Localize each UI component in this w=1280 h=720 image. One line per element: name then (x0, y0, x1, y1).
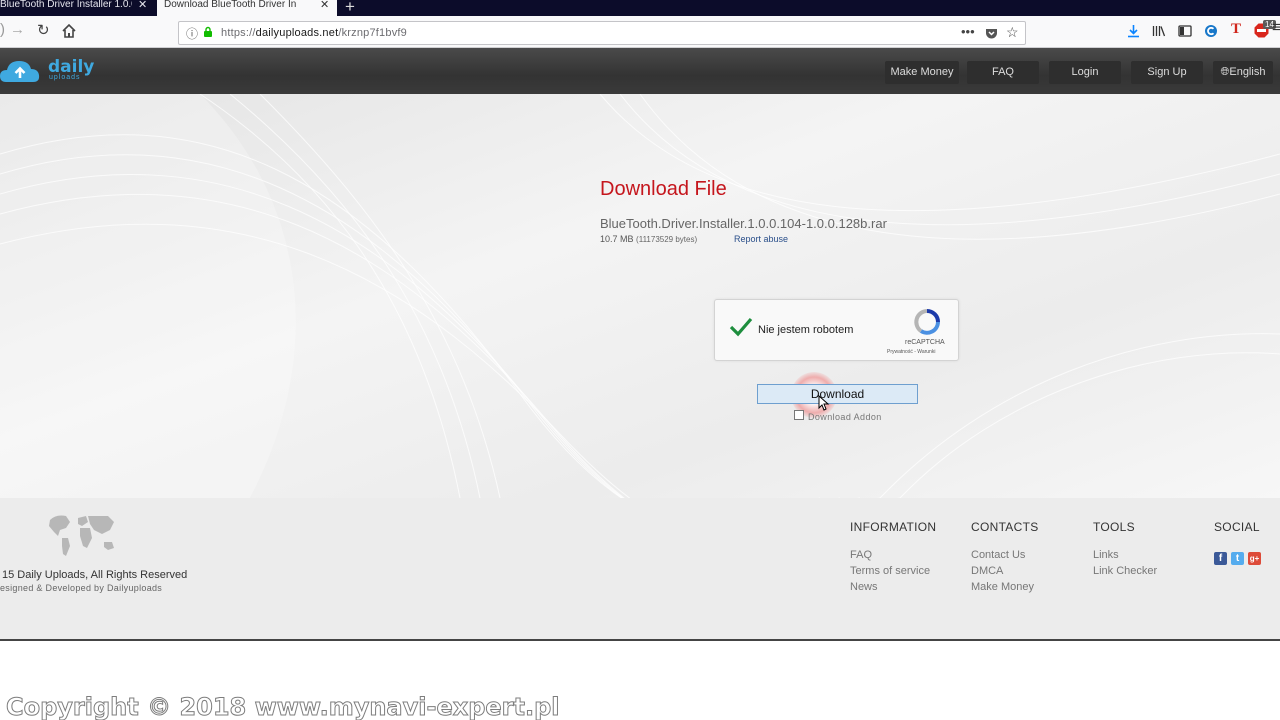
nav-make-money[interactable]: Make Money (885, 61, 959, 84)
footer-copyright: 15 Daily Uploads, All Rights Reserved (2, 569, 188, 581)
url-text: https://dailyuploads.net/krznp7f1bvf9 (221, 27, 407, 39)
recaptcha-terms[interactable]: Prywatność - Warunki (887, 349, 935, 355)
facebook-icon[interactable]: f (1214, 552, 1227, 565)
developer-link[interactable]: Dailyuploads (107, 583, 162, 593)
checkmark-icon[interactable] (729, 317, 753, 337)
browser-tab-active[interactable]: Download BlueTooth Driver Installer ✕ (157, 0, 337, 16)
footer-tools-heading: TOOLS (1093, 520, 1135, 534)
language-label: English (1229, 66, 1266, 78)
back-icon[interactable]: ) (0, 21, 5, 38)
tab-close-icon[interactable]: ✕ (320, 0, 329, 11)
nav-signup[interactable]: Sign Up (1131, 61, 1203, 84)
nav-login[interactable]: Login (1049, 61, 1121, 84)
footer-contacts-heading: CONTACTS (971, 520, 1039, 534)
pocket-icon[interactable] (985, 27, 998, 40)
twitter-icon[interactable]: t (1231, 552, 1244, 565)
footer-link-dmca[interactable]: DMCA (971, 565, 1003, 577)
footer-information-heading: INFORMATION (850, 520, 937, 534)
reload-icon[interactable]: ↻ (37, 21, 50, 39)
page-actions-icon[interactable]: ••• (961, 24, 975, 39)
extension-t-icon[interactable]: T (1231, 21, 1241, 38)
recaptcha-widget[interactable]: Nie jestem robotem reCAPTCHA Prywatność … (714, 299, 959, 361)
mouse-cursor-icon (818, 395, 830, 411)
footer (0, 498, 1280, 641)
browser-tab-inactive[interactable]: BlueTooth Driver Installer 1.0.0.1 ✕ (0, 0, 155, 16)
tab-label: Download BlueTooth Driver Installer (164, 0, 296, 10)
footer-link-links[interactable]: Links (1093, 549, 1119, 561)
file-size-bytes: (11173529 bytes) (636, 235, 698, 244)
main-content (0, 94, 1280, 498)
forward-icon[interactable]: → (10, 21, 25, 38)
file-size: 10.7 MB (11173529 bytes) (600, 234, 697, 244)
library-icon[interactable] (1152, 25, 1166, 37)
report-abuse-link[interactable]: Report abuse (734, 234, 788, 244)
file-size-mb: 10.7 MB (600, 234, 634, 244)
info-icon[interactable]: ⓘ (186, 25, 198, 42)
download-addon-label: Download Addon (808, 412, 882, 422)
footer-social-heading: SOCIAL (1214, 520, 1260, 534)
google-plus-icon[interactable]: g+ (1248, 552, 1261, 565)
recaptcha-brand: reCAPTCHA (905, 339, 945, 346)
footer-designed-by: esigned & Developed by Dailyuploads (0, 583, 163, 593)
footer-link-contact-us[interactable]: Contact Us (971, 549, 1025, 561)
footer-link-make-money[interactable]: Make Money (971, 581, 1034, 593)
download-addon-checkbox[interactable] (794, 410, 804, 420)
footer-link-faq[interactable]: FAQ (850, 549, 872, 561)
footer-link-link-checker[interactable]: Link Checker (1093, 565, 1157, 577)
captcha-label: Nie jestem robotem (758, 324, 854, 336)
tab-label: BlueTooth Driver Installer 1.0.0.1 (0, 0, 132, 10)
nav-language[interactable]: 🌐︎English (1213, 61, 1273, 84)
video-watermark: Copyright © 2018 www.mynavi-expert.pl (6, 693, 560, 720)
footer-link-news[interactable]: News (850, 581, 878, 593)
bookmark-star-icon[interactable]: ☆ (1006, 24, 1019, 41)
recaptcha-logo-icon (914, 309, 940, 335)
home-icon[interactable] (62, 24, 76, 38)
lock-icon[interactable] (203, 26, 213, 37)
new-tab-icon[interactable]: + (345, 0, 355, 17)
menu-icon[interactable]: ≡ (1272, 19, 1280, 36)
footer-link-terms[interactable]: Terms of service (850, 565, 930, 577)
file-name: BlueTooth.Driver.Installer.1.0.0.104-1.0… (600, 216, 887, 231)
downloads-icon[interactable] (1127, 24, 1140, 38)
extension-c-icon[interactable] (1204, 24, 1218, 38)
download-title: Download File (600, 178, 727, 200)
tab-close-icon[interactable]: ✕ (138, 0, 147, 11)
browser-tab-bar: BlueTooth Driver Installer 1.0.0.1 ✕ Dow… (0, 0, 1280, 16)
download-button[interactable]: Download (757, 384, 918, 404)
url-bar[interactable]: ⓘ https://dailyuploads.net/krznp7f1bvf9 … (178, 21, 1026, 45)
background-swoosh (0, 94, 1280, 498)
sidebar-icon[interactable] (1178, 25, 1192, 37)
browser-toolbar: ) → ↻ ⓘ https://dailyuploads.net/krznp7f… (0, 16, 1280, 48)
logo-subtext: uploads (49, 74, 81, 81)
nav-faq[interactable]: FAQ (967, 61, 1039, 84)
world-map-icon (49, 515, 114, 556)
